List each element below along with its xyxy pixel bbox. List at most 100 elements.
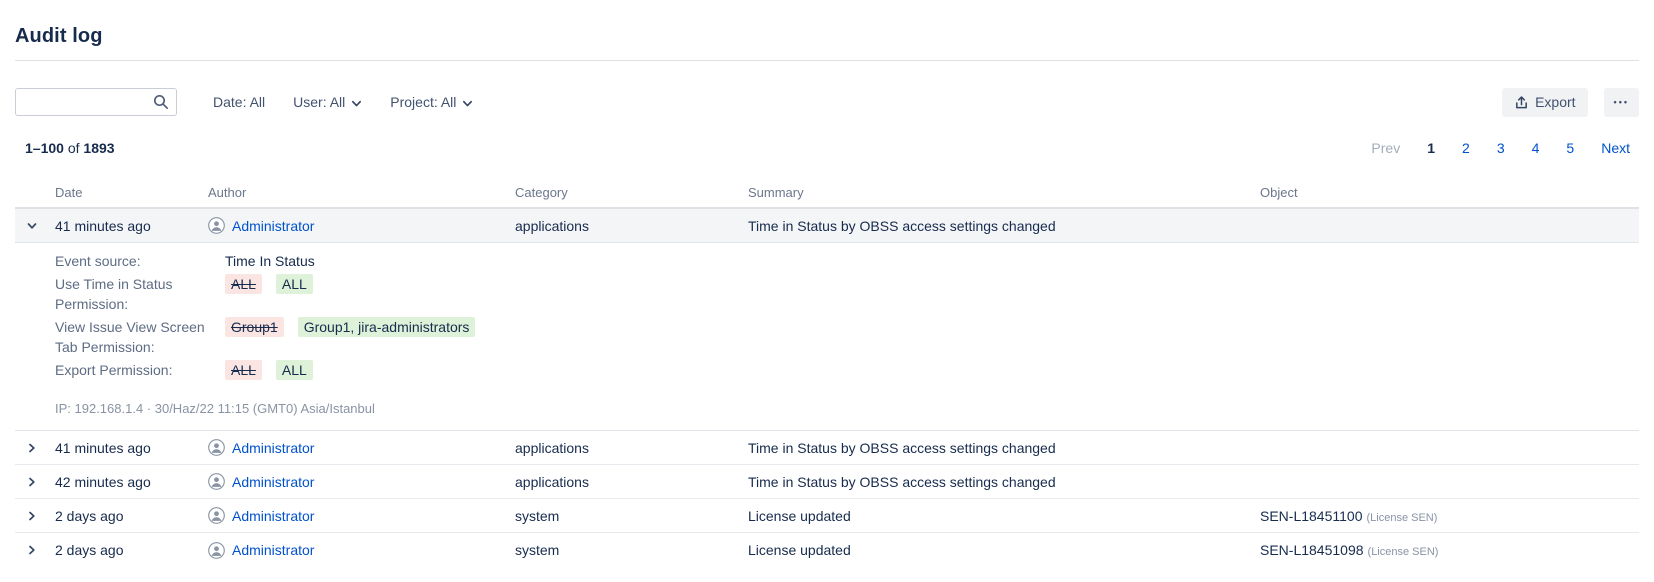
pagination: Prev 1 2 3 4 5 Next — [1371, 140, 1639, 156]
detail-value: Time In Status — [225, 251, 315, 271]
person-avatar-icon — [208, 473, 225, 490]
detail-field: Use Time in Status Permission: ALL ALL — [55, 274, 1639, 314]
pagination-page-2[interactable]: 2 — [1462, 140, 1470, 156]
new-value-badge: ALL — [276, 360, 313, 380]
audit-log-table: Date Author Category Summary Object 41 m… — [15, 178, 1639, 567]
cell-category: system — [515, 542, 748, 558]
cell-summary: License updated — [748, 508, 1260, 524]
row-expander[interactable] — [15, 476, 55, 488]
row-expander[interactable] — [15, 442, 55, 454]
author-link[interactable]: Administrator — [232, 440, 314, 456]
chevron-right-icon[interactable] — [26, 476, 38, 488]
chevron-down-icon[interactable] — [26, 220, 38, 232]
filter-date[interactable]: Date: All — [199, 94, 279, 110]
title-divider — [15, 60, 1639, 61]
cell-date: 41 minutes ago — [55, 440, 208, 456]
detail-value: ALL ALL — [225, 360, 313, 380]
detail-label: View Issue View Screen Tab Permission: — [55, 317, 225, 357]
old-value-badge: Group1 — [225, 317, 284, 337]
table-row[interactable]: 2 days ago Administrator system License … — [15, 499, 1639, 533]
author-link[interactable]: Administrator — [232, 542, 314, 558]
filter-project-label: Project: All — [390, 94, 456, 110]
header-date: Date — [55, 185, 208, 200]
detail-field: View Issue View Screen Tab Permission: G… — [55, 317, 1639, 357]
detail-field: Event source: Time In Status — [55, 251, 1639, 271]
detail-value: ALL ALL — [225, 274, 313, 314]
pagination-page-3[interactable]: 3 — [1497, 140, 1505, 156]
chevron-down-icon — [462, 98, 473, 109]
cell-object — [1260, 440, 1639, 456]
search-box — [15, 88, 177, 116]
export-upload-icon — [1514, 95, 1529, 110]
filter-bar: Date: All User: All Project: All — [199, 94, 487, 110]
row-expander[interactable] — [15, 544, 55, 556]
header-author: Author — [208, 185, 515, 200]
cell-author: Administrator — [208, 439, 515, 456]
cell-object: SEN-L18451098(License SEN) — [1260, 542, 1639, 558]
cell-author: Administrator — [208, 507, 515, 524]
chevron-right-icon[interactable] — [26, 544, 38, 556]
pagination-page-5[interactable]: 5 — [1566, 140, 1574, 156]
author-link[interactable]: Administrator — [232, 508, 314, 524]
chevron-right-icon[interactable] — [26, 442, 38, 454]
table-row[interactable]: 42 minutes ago Administrator application… — [15, 465, 1639, 499]
filter-user[interactable]: User: All — [279, 94, 376, 110]
cell-date: 2 days ago — [55, 542, 208, 558]
more-actions-button[interactable]: ••• — [1604, 88, 1639, 117]
person-avatar-icon — [208, 507, 225, 524]
cell-category: applications — [515, 440, 748, 456]
header-category: Category — [515, 185, 748, 200]
old-value-badge: ALL — [225, 360, 262, 380]
pagination-prev[interactable]: Prev — [1371, 140, 1400, 156]
results-range: 1–100 — [25, 140, 64, 156]
chevron-down-icon — [351, 98, 362, 109]
audit-log-page: Audit log Date: All User: All Project: A… — [0, 25, 1654, 567]
export-button[interactable]: Export — [1502, 88, 1587, 117]
results-total: 1893 — [83, 140, 114, 156]
toolbar-actions: Export ••• — [1502, 88, 1639, 117]
new-value-badge: ALL — [276, 274, 313, 294]
toolbar: Date: All User: All Project: All — [15, 88, 1639, 116]
filter-user-label: User: All — [293, 94, 345, 110]
detail-ip-line: IP: 192.168.1.4 · 30/Haz/22 11:15 (GMT0)… — [55, 401, 1639, 416]
author-link[interactable]: Administrator — [232, 218, 314, 234]
search-icon[interactable] — [153, 94, 169, 110]
cell-author: Administrator — [208, 542, 515, 559]
ellipsis-icon: ••• — [1614, 97, 1629, 107]
filter-project[interactable]: Project: All — [376, 94, 487, 110]
pagination-next[interactable]: Next — [1601, 140, 1630, 156]
cell-date: 41 minutes ago — [55, 218, 208, 234]
cell-date: 2 days ago — [55, 508, 208, 524]
table-row[interactable]: 41 minutes ago Administrator application… — [15, 209, 1639, 243]
cell-summary: Time in Status by OBSS access settings c… — [748, 218, 1260, 234]
detail-label: Use Time in Status Permission: — [55, 274, 225, 314]
pagination-page-1[interactable]: 1 — [1427, 140, 1435, 156]
detail-label: Event source: — [55, 251, 225, 271]
cell-category: applications — [515, 474, 748, 490]
cell-object — [1260, 218, 1639, 234]
cell-summary: Time in Status by OBSS access settings c… — [748, 474, 1260, 490]
chevron-right-icon[interactable] — [26, 510, 38, 522]
person-avatar-icon — [208, 542, 225, 559]
table-row[interactable]: 2 days ago Administrator system License … — [15, 533, 1639, 567]
results-counter: 1–100 of 1893 — [25, 140, 115, 156]
cell-object — [1260, 474, 1639, 490]
row-expander[interactable] — [15, 220, 55, 232]
row-expander[interactable] — [15, 510, 55, 522]
author-link[interactable]: Administrator — [232, 474, 314, 490]
table-row[interactable]: 41 minutes ago Administrator application… — [15, 431, 1639, 465]
results-meta-row: 1–100 of 1893 Prev 1 2 3 4 5 Next — [15, 140, 1639, 156]
header-summary: Summary — [748, 185, 1260, 200]
table-header-row: Date Author Category Summary Object — [15, 178, 1639, 209]
results-of-label: of — [68, 140, 84, 156]
detail-value: Group1 Group1, jira-administrators — [225, 317, 475, 357]
export-button-label: Export — [1535, 94, 1575, 110]
person-avatar-icon — [208, 217, 225, 234]
new-value-badge: Group1, jira-administrators — [298, 317, 476, 337]
pagination-page-4[interactable]: 4 — [1532, 140, 1540, 156]
cell-author: Administrator — [208, 217, 515, 234]
cell-summary: License updated — [748, 542, 1260, 558]
detail-field: Export Permission: ALL ALL — [55, 360, 1639, 380]
filter-date-label: Date: All — [213, 94, 265, 110]
header-object: Object — [1260, 185, 1639, 200]
